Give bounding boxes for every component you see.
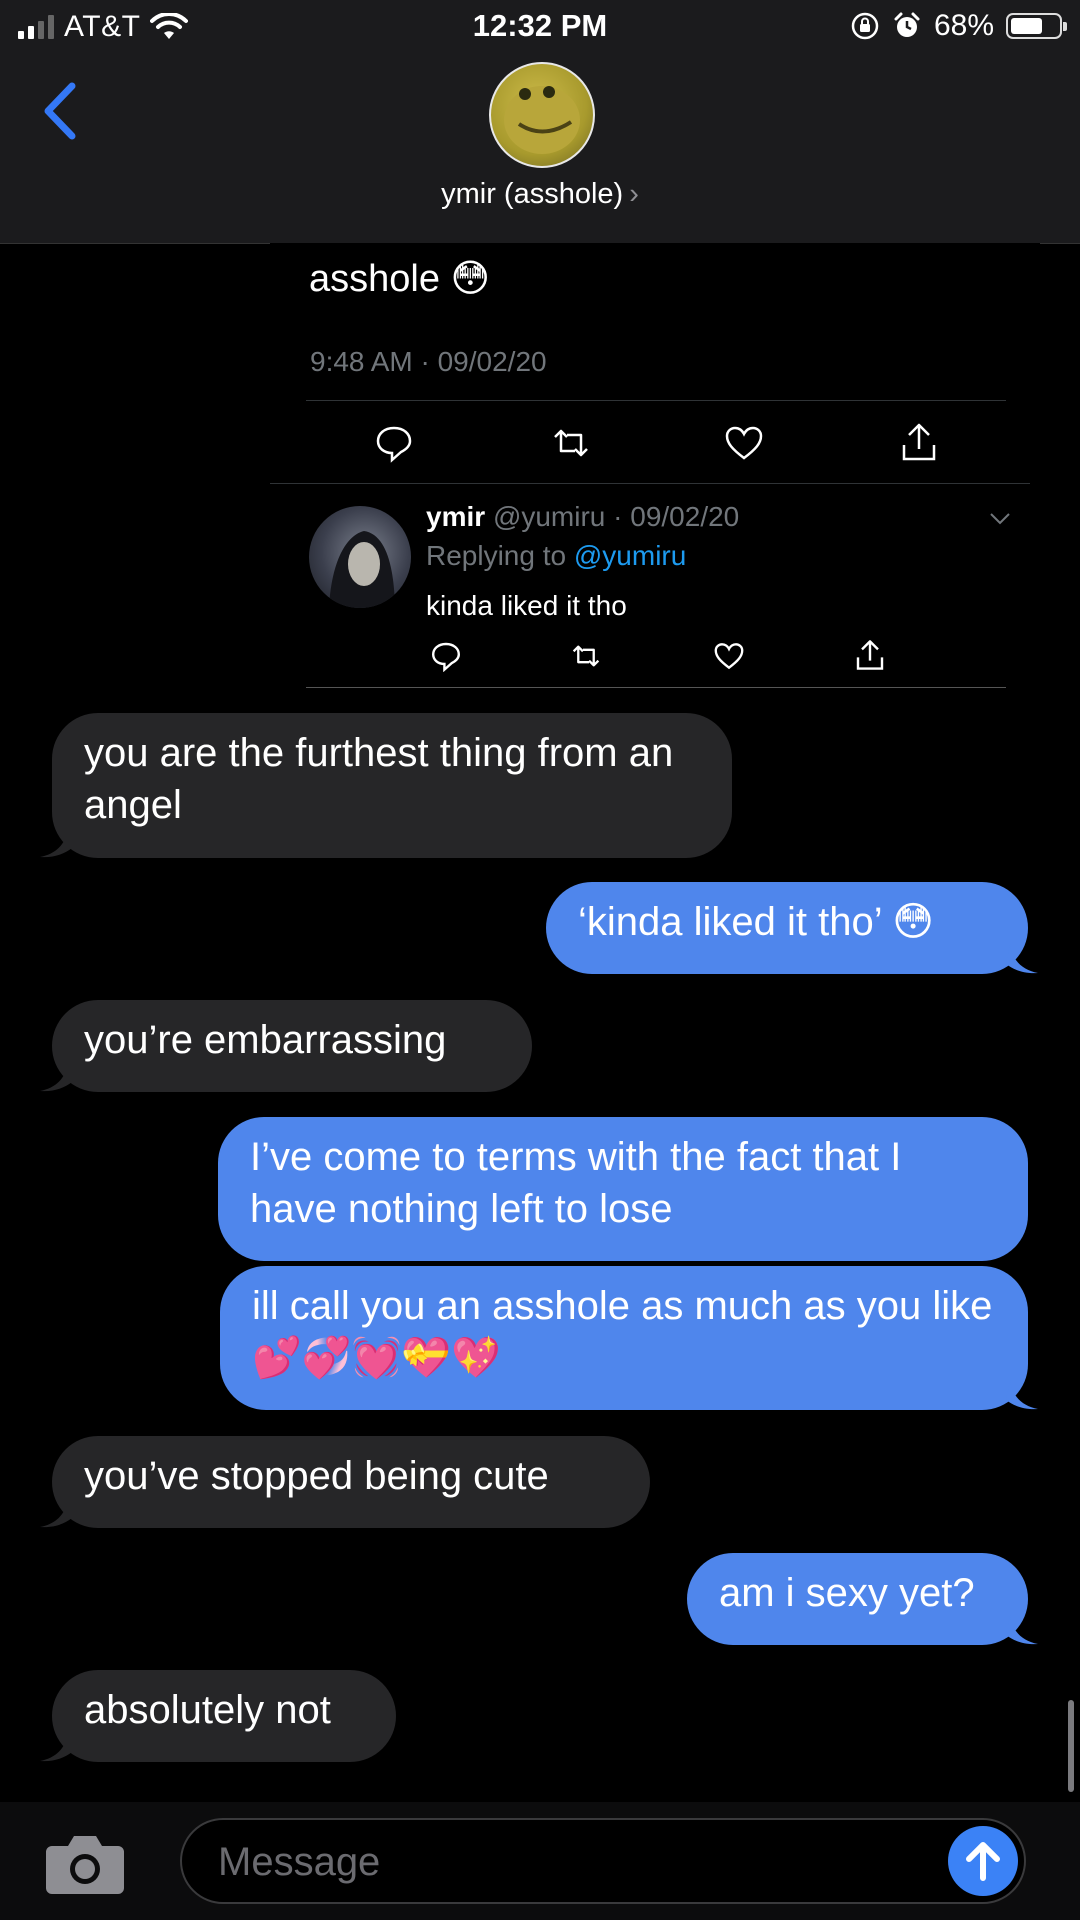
replying-to-handle: @yumiru	[573, 540, 687, 571]
message-text: you’ve stopped being cute	[84, 1454, 549, 1498]
message-bubble-outgoing[interactable]: I’ve come to terms with the fact that I …	[218, 1117, 1028, 1261]
camera-icon[interactable]	[44, 1832, 126, 1896]
message-bubble-incoming[interactable]: you are the furthest thing from an angel	[52, 713, 732, 858]
tweet-timestamp: 9:48 AM · 09/02/20	[310, 346, 547, 377]
message-text: ‘kinda liked it tho’ 😳	[578, 900, 934, 944]
bubble-tail	[1006, 1380, 1038, 1410]
tweet-divider	[306, 400, 1006, 401]
message-bubble-outgoing[interactable]: am i sexy yet?	[687, 1553, 1028, 1645]
message-text: I’ve come to terms with the fact that I …	[250, 1135, 902, 1231]
message-text: you are the furthest thing from an angel	[84, 731, 674, 827]
message-input[interactable]	[216, 1820, 920, 1904]
back-chevron-icon[interactable]	[38, 76, 88, 146]
battery-icon	[1006, 13, 1067, 39]
scroll-indicator[interactable]	[1068, 1700, 1074, 1792]
tweet-share-icon	[902, 423, 936, 461]
tweet-divider	[306, 687, 1006, 688]
reply-retweet-icon	[572, 645, 600, 667]
bubble-tail	[1006, 944, 1038, 974]
message-field[interactable]	[180, 1818, 1026, 1904]
chevron-right-icon: ›	[629, 178, 639, 210]
bubble-tail	[1006, 1615, 1038, 1645]
bubble-tail	[40, 828, 72, 858]
battery-percentage: 68%	[933, 9, 994, 42]
contact-name: ymir (asshole)	[441, 178, 624, 210]
reply-author-name: ymir	[426, 501, 486, 532]
reply-author-avatar	[309, 506, 411, 608]
send-button[interactable]	[948, 1826, 1018, 1896]
reply-tweet-text: kinda liked it tho	[426, 590, 627, 621]
tweet-reply-icon	[376, 426, 412, 463]
tweet-like-icon	[725, 426, 763, 460]
conversation-header: ymir (asshole) ›	[0, 54, 1080, 244]
reply-author-handle: @yumiru · 09/02/20	[492, 501, 740, 532]
message-text: you’re embarrassing	[84, 1018, 447, 1062]
bubble-tail	[40, 1498, 72, 1528]
tweet-text: asshole 😳	[309, 258, 491, 300]
tweet-divider	[270, 483, 1030, 484]
tweet-screenshot-attachment[interactable]: asshole 😳 9:48 AM · 09/02/20 ymir @yumir…	[270, 243, 1040, 688]
bubble-tail	[40, 1062, 72, 1092]
message-bubble-incoming[interactable]: you’ve stopped being cute	[52, 1436, 650, 1528]
contact-avatar[interactable]	[489, 62, 595, 168]
arrow-up-icon	[966, 1842, 1000, 1881]
message-bubble-outgoing[interactable]: ‘kinda liked it tho’ 😳	[546, 882, 1028, 974]
message-text: absolutely not	[84, 1688, 331, 1732]
orientation-lock-icon	[851, 12, 879, 40]
chevron-down-icon	[990, 513, 1010, 525]
reply-share-icon	[856, 640, 884, 670]
replying-to-line: Replying to @yumiru	[426, 540, 686, 572]
alarm-icon	[894, 12, 920, 37]
message-bubble-incoming[interactable]: you’re embarrassing	[52, 1000, 532, 1092]
contact-name-button[interactable]: ymir (asshole) ›	[0, 178, 1080, 211]
message-text: ill call you an asshole as much as you l…	[252, 1284, 993, 1380]
reply-author-line: ymir @yumiru · 09/02/20	[426, 501, 739, 533]
composer-bar	[0, 1802, 1080, 1920]
replying-to-prefix: Replying to	[426, 540, 574, 571]
status-right: 68%	[850, 9, 1067, 43]
tweet-retweet-icon	[554, 429, 588, 457]
reply-like-icon	[714, 643, 744, 670]
message-text: am i sexy yet?	[719, 1571, 975, 1615]
message-bubble-incoming[interactable]: absolutely not	[52, 1670, 396, 1762]
message-bubble-outgoing[interactable]: ill call you an asshole as much as you l…	[220, 1266, 1028, 1410]
status-bar: AT&T 12:32 PM 68%	[0, 0, 1080, 54]
bubble-tail	[40, 1732, 72, 1762]
reply-reply-icon	[431, 642, 461, 672]
